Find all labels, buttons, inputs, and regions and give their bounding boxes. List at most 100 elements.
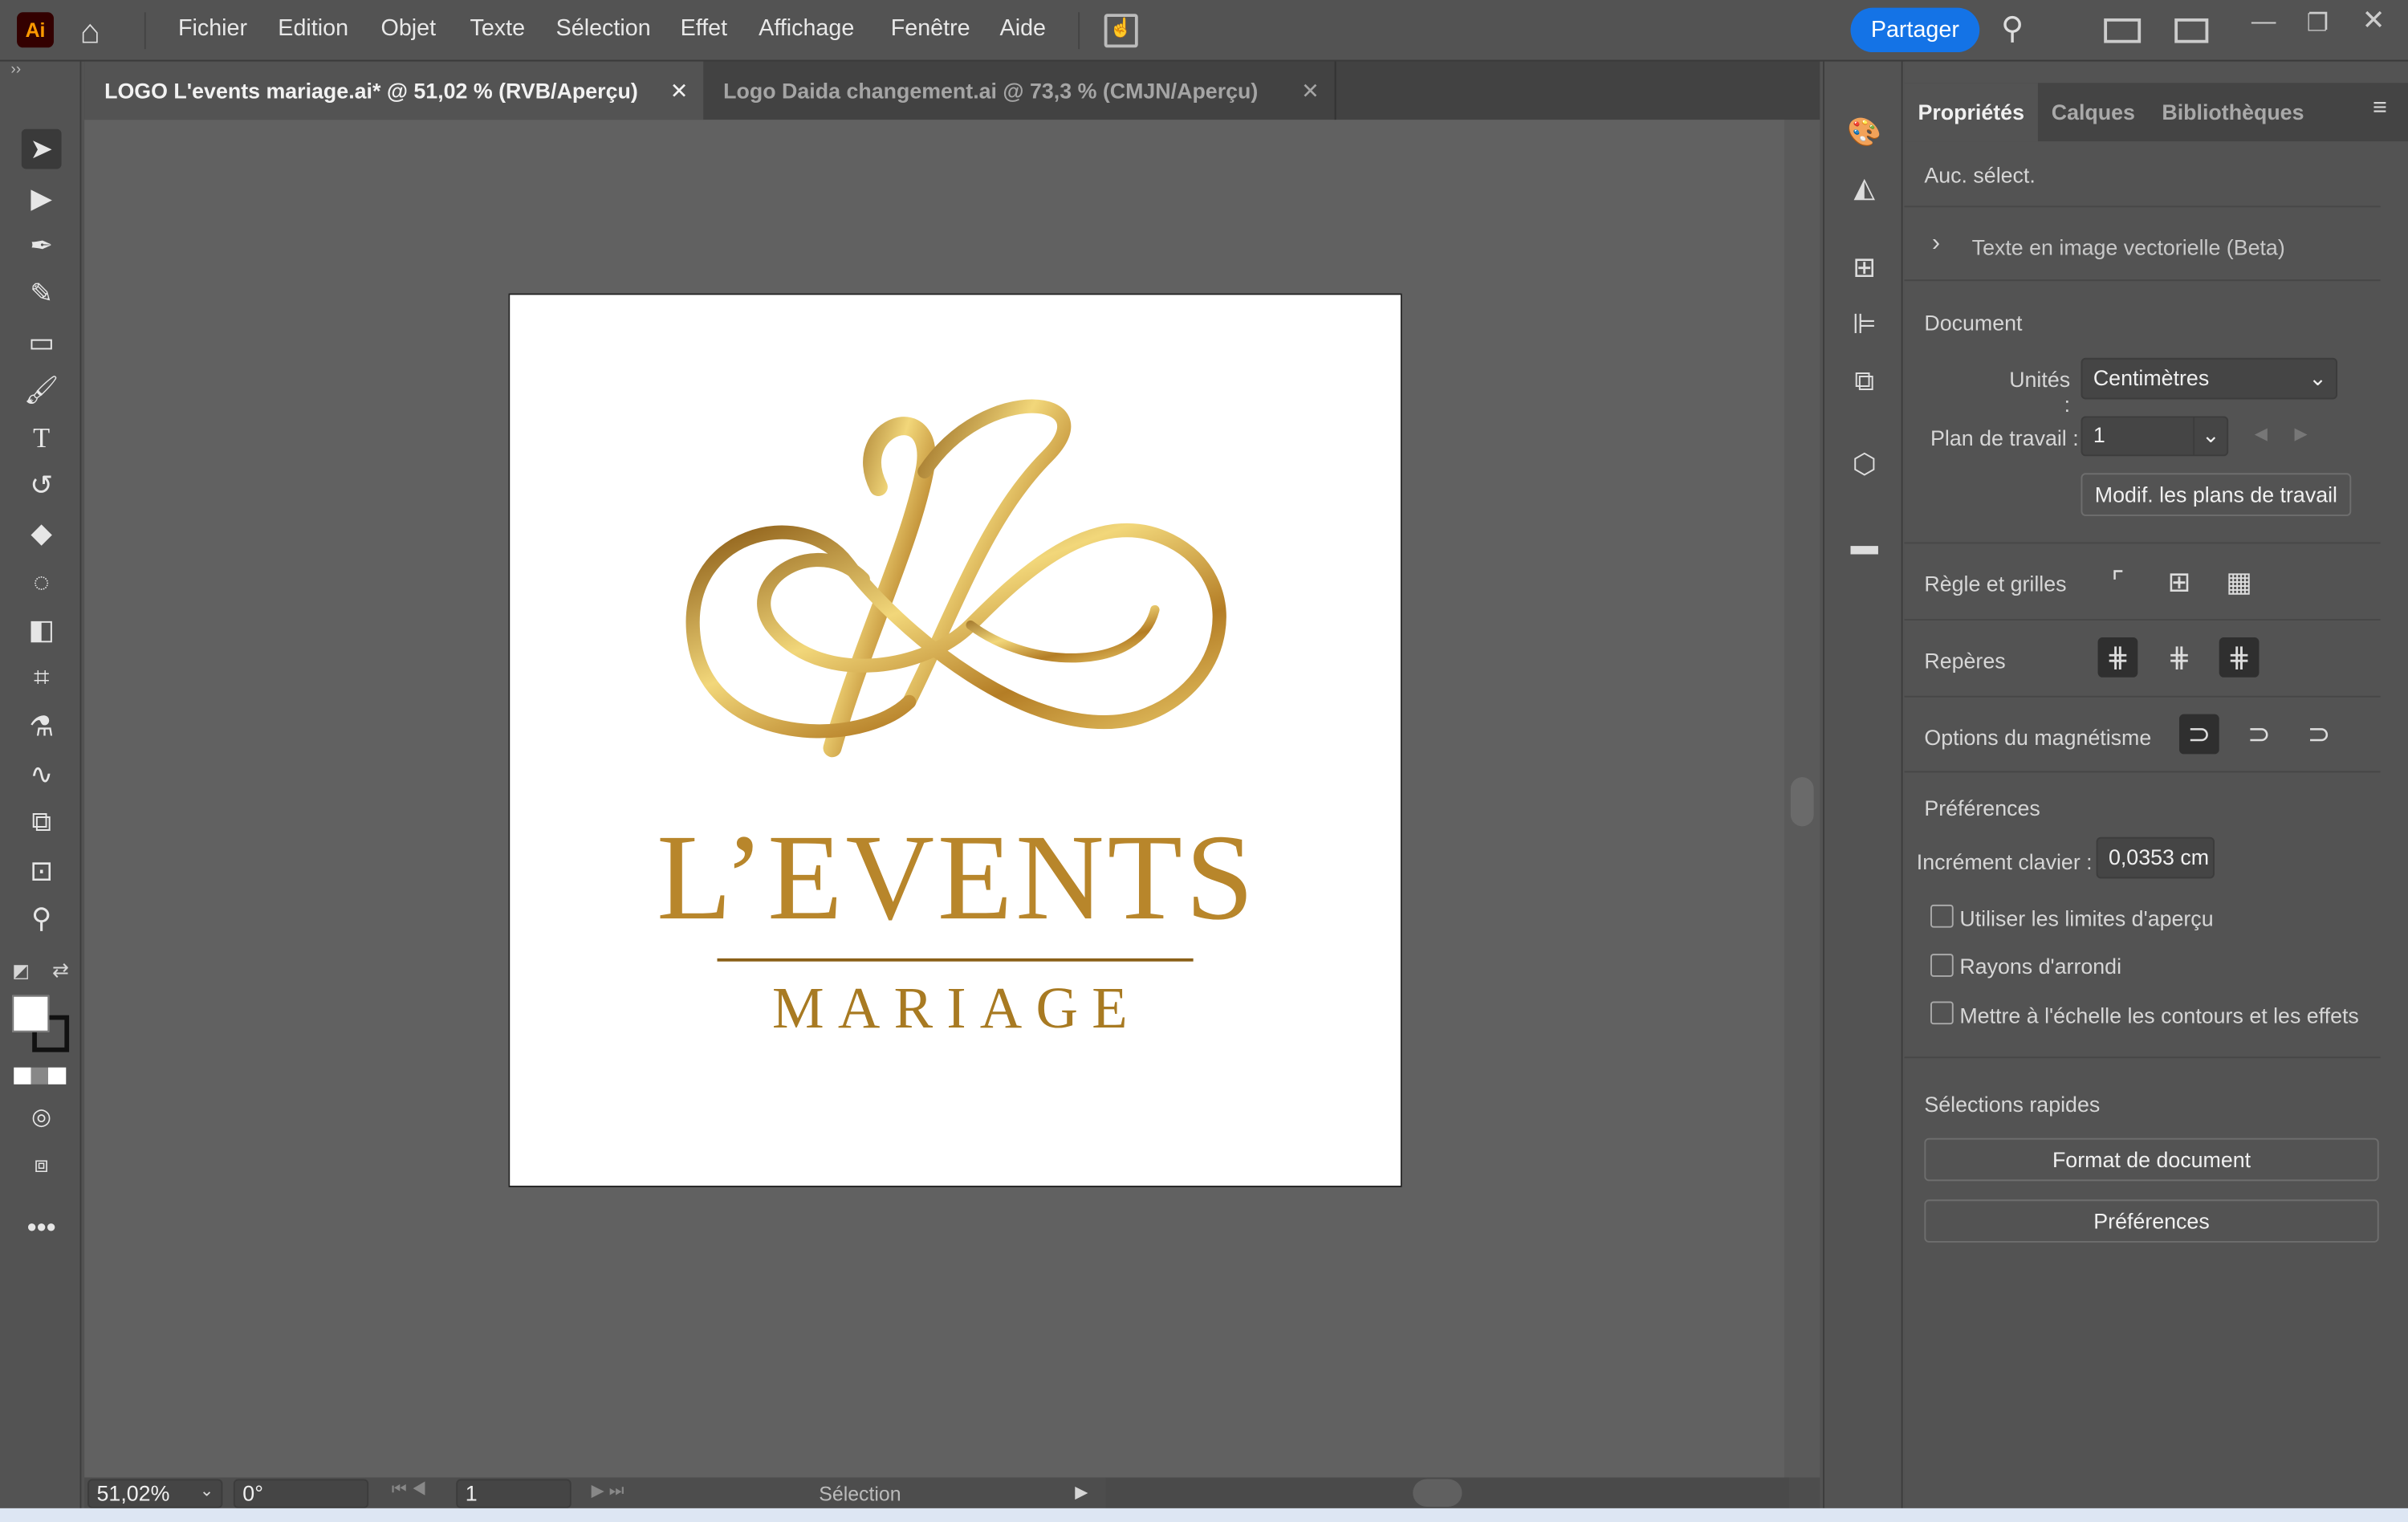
next-artboard-icon[interactable]: ▶ — [2294, 424, 2307, 444]
guides-icon[interactable]: ⋕ — [2097, 637, 2138, 678]
chevron-right-icon[interactable]: › — [1932, 230, 1940, 258]
artboard-field[interactable]: 1 — [456, 1479, 571, 1508]
tools-panel: ›› ➤ ▶ ✒ ✎ ▭ 🖌 T ↺ ◆ ◌ ◧ ⌗ ⚗ ∿ ⧉ ⊡ ⚲ ◩ ⇄… — [0, 61, 82, 1508]
mesh-tool-icon[interactable]: ⌗ — [22, 657, 62, 698]
more-tools-icon[interactable]: ••• — [22, 1207, 62, 1247]
guides-label: Repères — [1924, 648, 2006, 674]
close-tab-icon[interactable]: ✕ — [1301, 62, 1319, 120]
tab-document-1[interactable]: LOGO L'events mariage.ai* @ 51,02 % (RVB… — [84, 61, 704, 120]
horizontal-scrollbar[interactable] — [1105, 1477, 1789, 1508]
gradient-tool-icon[interactable]: ◧ — [22, 610, 62, 650]
grid-icon[interactable]: ⊞ — [2159, 562, 2199, 602]
selection-tool-icon[interactable]: ➤ — [21, 128, 62, 169]
scroll-thumb[interactable] — [1790, 777, 1814, 827]
logo-monogram — [685, 399, 1226, 758]
fill-swatch[interactable] — [12, 995, 50, 1032]
menu-texte[interactable]: Texte — [470, 15, 525, 42]
transform-icon[interactable]: ⊞ — [1846, 252, 1883, 289]
menu-affichage[interactable]: Affichage — [759, 15, 854, 42]
search-icon[interactable]: ⚲ — [2001, 9, 2024, 47]
touch-workspace-icon[interactable]: ☝ — [1104, 14, 1138, 48]
eraser-tool-icon[interactable]: ◆ — [22, 513, 62, 553]
restore-icon[interactable]: ❐ — [2307, 8, 2329, 39]
text-to-vector-section[interactable]: Texte en image vectorielle (Beta) — [1972, 235, 2285, 260]
corner-radius-checkbox[interactable] — [1930, 954, 1954, 977]
expand-icon[interactable]: ›› — [10, 62, 21, 79]
ruler-icon[interactable]: ⌜ — [2098, 562, 2138, 602]
status-menu-icon[interactable]: ▶ — [1075, 1482, 1088, 1502]
panel-menu-icon[interactable]: ≡ — [2373, 96, 2387, 123]
preferences-button[interactable]: Préférences — [1924, 1199, 2379, 1243]
scroll-thumb[interactable] — [1413, 1479, 1462, 1507]
scale-strokes-checkbox[interactable] — [1930, 1001, 1954, 1025]
snap-to-point-icon[interactable]: ⊃ — [2178, 714, 2219, 755]
first-artboard-icon[interactable]: ⏮ ◀ — [392, 1480, 427, 1500]
close-window-icon[interactable]: ✕ — [2362, 5, 2386, 37]
gradient-panel-icon[interactable]: ▬ — [1846, 530, 1883, 567]
screen-mode-icon[interactable]: ⧈ — [22, 1146, 62, 1186]
tab-bibliotheques[interactable]: Bibliothèques — [2149, 83, 2317, 141]
snap-to-grid-icon[interactable]: ⊃ — [2239, 714, 2280, 755]
rotate-tool-icon[interactable]: ↺ — [22, 466, 62, 506]
transparency-grid-icon[interactable]: ▦ — [2219, 562, 2260, 602]
type-tool-icon[interactable]: T — [22, 417, 62, 458]
tab-label: Logo Daida changement.ai @ 73,3 % (CMJN/… — [723, 78, 1259, 104]
snap-to-pixel-icon[interactable]: ⊃ — [2299, 714, 2339, 755]
tab-document-2[interactable]: Logo Daida changement.ai @ 73,3 % (CMJN/… — [703, 61, 1336, 120]
shape-builder-icon[interactable]: ⧉ — [22, 802, 62, 842]
workspace-icon[interactable] — [2174, 18, 2209, 43]
eyedropper-tool-icon[interactable]: ⚗ — [22, 706, 62, 747]
direct-selection-tool-icon[interactable]: ▶ — [22, 178, 62, 218]
document-setup-button[interactable]: Format de document — [1924, 1137, 2379, 1182]
curvature-tool-icon[interactable]: ✎ — [22, 274, 62, 314]
artboard-tool-icon[interactable]: ⊡ — [22, 851, 62, 891]
align-icon[interactable]: ⊫ — [1846, 309, 1883, 346]
blend-tool-icon[interactable]: ∿ — [22, 754, 62, 794]
taskbar-strip — [0, 1508, 2408, 1522]
arrange-documents-icon[interactable] — [2104, 18, 2142, 43]
color-palette-icon[interactable]: 🎨 — [1846, 116, 1883, 153]
lasso-tool-icon[interactable]: ◌ — [22, 562, 62, 602]
color-guide-icon[interactable]: ◭ — [1846, 172, 1883, 209]
menu-selection[interactable]: Sélection — [556, 15, 651, 42]
preview-bounds-checkbox[interactable] — [1930, 904, 1954, 928]
previous-artboard-icon[interactable]: ◀ — [2255, 424, 2268, 444]
vertical-scrollbar[interactable] — [1784, 120, 1820, 1478]
pathfinder-icon[interactable]: ⧉ — [1846, 365, 1883, 402]
smart-guides-icon[interactable]: ⋕ — [2219, 637, 2260, 678]
edit-artboards-button[interactable]: Modif. les plans de travail — [2081, 473, 2352, 516]
minimize-icon[interactable]: — — [2251, 9, 2276, 36]
lock-guides-icon[interactable]: ⋕ — [2159, 637, 2199, 678]
logo-subtitle: MARIAGE — [772, 976, 1141, 1042]
artboard-label: Plan de travail : — [1930, 425, 2079, 450]
default-colors-icon[interactable]: ◩ — [12, 960, 30, 982]
swap-colors-icon[interactable]: ⇄ — [52, 958, 69, 983]
menu-fichier[interactable]: Fichier — [178, 15, 247, 42]
rectangle-tool-icon[interactable]: ▭ — [22, 323, 62, 363]
pen-tool-icon[interactable]: ✒ — [22, 226, 62, 266]
chevron-down-icon: ⌄ — [2308, 365, 2327, 390]
rotation-field[interactable]: 0° — [233, 1479, 369, 1508]
menu-aide[interactable]: Aide — [1000, 15, 1046, 42]
next-artboard-icon[interactable]: ▶ ⏭ — [592, 1480, 624, 1502]
brush-tool-icon[interactable]: 🖌 — [22, 370, 62, 410]
keyboard-increment-field[interactable]: 0,0353 cm — [2096, 836, 2215, 879]
units-dropdown[interactable]: Centimètres ⌄ — [2081, 357, 2338, 400]
menu-objet[interactable]: Objet — [380, 15, 436, 42]
3d-icon[interactable]: ⬡ — [1846, 449, 1883, 486]
menu-effet[interactable]: Effet — [681, 15, 728, 42]
current-tool-label[interactable]: Sélection — [730, 1482, 990, 1505]
share-button[interactable]: Partager — [1850, 7, 1980, 53]
tab-calques[interactable]: Calques — [2038, 83, 2149, 141]
chevron-down-icon[interactable]: ⌄ — [200, 1480, 214, 1500]
tab-proprietes[interactable]: Propriétés — [1904, 83, 2038, 142]
close-tab-icon[interactable]: ✕ — [670, 62, 688, 120]
draw-mode-icon[interactable]: ◎ — [22, 1098, 62, 1138]
menu-edition[interactable]: Edition — [278, 15, 348, 42]
artboard[interactable]: L’EVENTS MARIAGE — [508, 293, 1402, 1187]
zoom-tool-icon[interactable]: ⚲ — [22, 898, 62, 938]
color-mode-buttons[interactable] — [14, 1067, 67, 1085]
artboard-dropdown[interactable]: 1 ⌄ — [2081, 416, 2229, 457]
home-icon[interactable]: ⌂ — [79, 12, 100, 52]
menu-fenetre[interactable]: Fenêtre — [891, 15, 970, 42]
